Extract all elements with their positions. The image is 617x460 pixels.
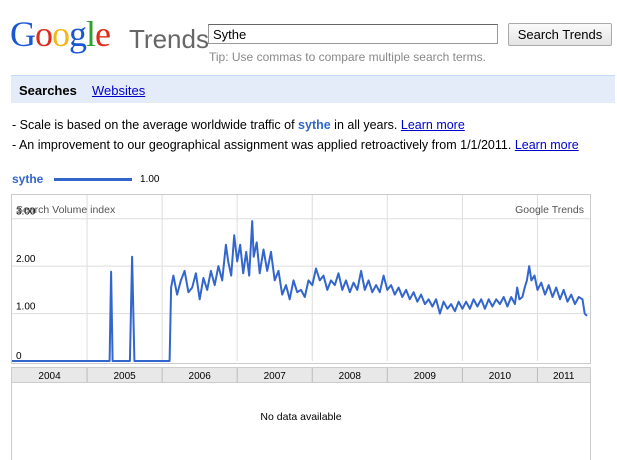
no-data-message: No data available [260, 411, 342, 423]
search-input[interactable] [208, 24, 498, 44]
x-tick-label: 2008 [339, 371, 362, 382]
chart-svg: 01.002.003.00Search Volume index Google T… [12, 195, 590, 362]
tab-bar: Searches Websites [11, 75, 615, 103]
logo-letter: o [35, 14, 53, 54]
geo-note: - An improvement to our geographical ass… [12, 138, 579, 152]
google-trends-logo[interactable]: Google Trends [10, 14, 209, 58]
legend-term[interactable]: sythe [12, 172, 43, 186]
chart-watermark: Google Trends [515, 204, 584, 216]
logo-letter: e [95, 14, 111, 54]
x-tick-label: 2004 [38, 371, 61, 382]
learn-more-link-2[interactable]: Learn more [515, 138, 579, 152]
search-tip: Tip: Use commas to compare multiple sear… [209, 50, 486, 64]
x-tick-label: 2007 [264, 371, 287, 382]
logo-trends-text: Trends [129, 24, 209, 54]
tab-websites[interactable]: Websites [92, 83, 145, 98]
search-volume-chart: 0 1.00 2.00 3.00 Search Volume index Google T… [11, 194, 591, 364]
logo-letter: o [52, 14, 70, 54]
logo-google-text: Google [10, 14, 111, 54]
y-tick-label: 2.00 [16, 254, 36, 265]
x-tick-label: 2005 [113, 371, 136, 382]
x-tick-label: 2010 [489, 371, 512, 382]
search-trends-button[interactable]: Search Trends [508, 23, 612, 46]
logo-letter: G [10, 14, 36, 54]
x-tick-label: 2009 [414, 371, 437, 382]
learn-more-link-1[interactable]: Learn more [401, 118, 465, 132]
logo-letter: g [69, 14, 87, 54]
legend-bar [54, 178, 132, 181]
x-axis-bar: 2004 2005 2006 2007 2008 2009 2010 2011 [11, 367, 591, 383]
scale-note-term: sythe [298, 118, 331, 132]
scale-note-text-end: in all years. [330, 118, 401, 132]
scale-note: - Scale is based on the average worldwid… [12, 118, 465, 132]
y-tick-label: 1.00 [16, 302, 36, 313]
y-axis-title: Search Volume index [16, 204, 116, 216]
x-tick-label: 2011 [553, 371, 575, 382]
x-tick-label: 2006 [189, 371, 212, 382]
logo-letter: l [86, 14, 96, 54]
x-axis-svg: 2004 2005 2006 2007 2008 2009 2010 2011 [38, 368, 575, 382]
legend-value: 1.00 [140, 174, 160, 185]
series-line-sythe [12, 220, 588, 362]
tab-searches[interactable]: Searches [19, 83, 77, 98]
geo-note-text: - An improvement to our geographical ass… [12, 138, 515, 152]
scale-note-text: - Scale is based on the average worldwid… [12, 118, 299, 132]
region-panel: No data available [11, 383, 591, 460]
